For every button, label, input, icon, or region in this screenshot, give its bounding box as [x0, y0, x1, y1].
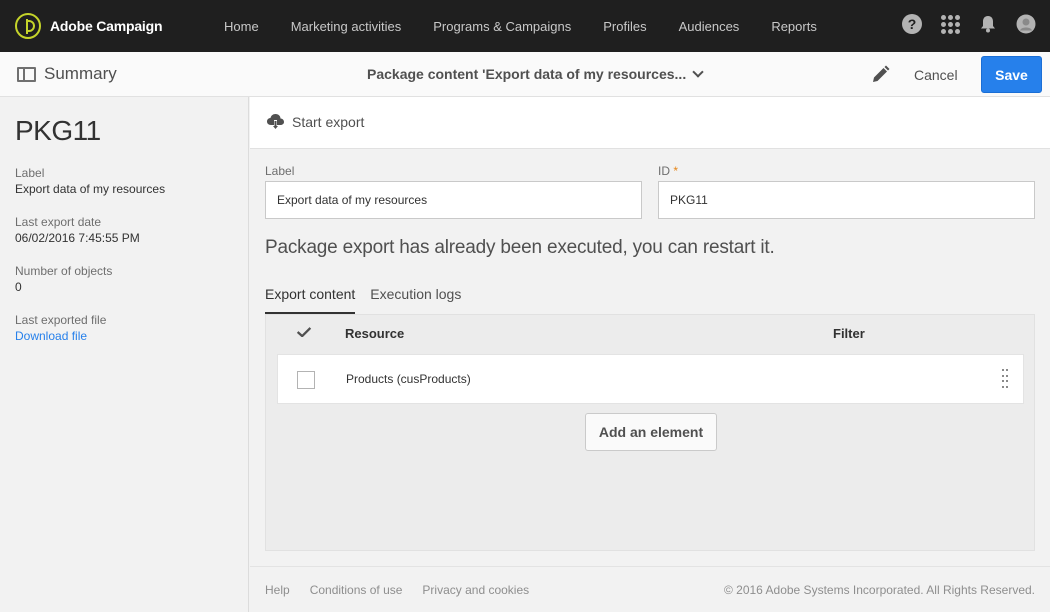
start-export-label: Start export — [292, 113, 365, 130]
save-button[interactable]: Save — [981, 56, 1042, 93]
breadcrumb[interactable]: Package content 'Export data of my resou… — [367, 65, 704, 82]
meta-objects: Number of objects 0 — [15, 264, 112, 294]
footer-link-privacy[interactable]: Privacy and cookies — [422, 583, 529, 597]
footer-links: Help Conditions of use Privacy and cooki… — [265, 583, 549, 597]
main-content: Start export Label ID * Package export h… — [250, 97, 1050, 565]
meta-objects-caption: Number of objects — [15, 264, 113, 278]
pencil-icon[interactable] — [869, 64, 891, 86]
footer-link-help[interactable]: Help — [265, 583, 290, 597]
meta-label-value: Export data of my resources — [15, 182, 166, 196]
app-name: Adobe Campaign — [50, 18, 163, 34]
table-header: Resource Filter — [266, 315, 1034, 353]
nav-item-audiences[interactable]: Audiences — [679, 19, 740, 34]
summary-label: Summary — [44, 64, 117, 83]
chevron-down-icon — [692, 65, 704, 78]
export-content-table: Resource Filter Products (cusProducts) A… — [265, 314, 1035, 551]
tab-export-content[interactable]: Export content — [265, 282, 356, 314]
tab-execution-logs[interactable]: Execution logs — [370, 282, 461, 314]
top-navigation-bar: Adobe Campaign Home Marketing activities… — [0, 0, 1050, 52]
label-field-caption: Label — [265, 164, 295, 178]
apps-grid-icon[interactable] — [940, 14, 960, 34]
sub-header: Summary Package content 'Export data of … — [0, 52, 1050, 97]
meta-label: Label Export data of my resources — [15, 166, 165, 196]
drag-handle-icon[interactable] — [1002, 369, 1008, 389]
row-checkbox[interactable] — [297, 371, 315, 389]
add-element-button[interactable]: Add an element — [585, 413, 717, 451]
start-export-button[interactable]: Start export — [266, 112, 364, 131]
meta-last-export: Last export date 06/02/2016 7:45:55 PM — [15, 215, 140, 245]
top-icons: ? — [884, 14, 1036, 34]
nav-item-home[interactable]: Home — [224, 19, 259, 34]
avatar[interactable] — [1016, 14, 1036, 34]
breadcrumb-title: Package content 'Export data of my resou… — [367, 66, 687, 82]
id-field: ID * — [658, 164, 1035, 219]
action-bar: Start export — [250, 97, 1050, 149]
cancel-button[interactable]: Cancel — [906, 64, 966, 86]
package-title: PKG11 — [15, 115, 101, 146]
download-file-link[interactable]: Download file — [15, 329, 106, 343]
meta-objects-value: 0 — [15, 280, 22, 294]
table-row[interactable]: Products (cusProducts) — [277, 354, 1024, 404]
meta-file: Last exported file Download file — [15, 313, 106, 343]
help-icon[interactable]: ? — [902, 14, 922, 34]
summary-panel: PKG11 Label Export data of my resources … — [0, 97, 249, 612]
nav-item-marketing-activities[interactable]: Marketing activities — [291, 19, 402, 34]
nav-item-programs-campaigns[interactable]: Programs & Campaigns — [433, 19, 571, 34]
nav-item-profiles[interactable]: Profiles — [603, 19, 646, 34]
export-notice: Package export has already been executed… — [265, 237, 775, 258]
id-field-caption: ID * — [658, 164, 1035, 180]
id-input[interactable] — [658, 181, 1035, 219]
nav-item-reports[interactable]: Reports — [771, 19, 817, 34]
meta-file-caption: Last exported file — [15, 313, 107, 327]
row-resource: Products (cusProducts) — [346, 372, 471, 386]
footer-link-conditions[interactable]: Conditions of use — [310, 583, 403, 597]
meta-last-export-value: 06/02/2016 7:45:55 PM — [15, 231, 140, 245]
bell-icon[interactable] — [978, 14, 998, 34]
id-caption-text: ID — [658, 164, 670, 178]
brand[interactable]: Adobe Campaign — [0, 13, 224, 39]
column-header-resource[interactable]: Resource — [345, 326, 404, 341]
required-mark: * — [673, 164, 679, 178]
summary-toggle[interactable]: Summary — [17, 64, 117, 84]
footer: Help Conditions of use Privacy and cooki… — [250, 566, 1050, 612]
copyright: © 2016 Adobe Systems Incorporated. All R… — [723, 583, 1035, 597]
label-input[interactable] — [265, 181, 642, 219]
meta-last-export-caption: Last export date — [15, 215, 102, 229]
adobe-campaign-logo-icon — [15, 13, 41, 39]
main-nav: Home Marketing activities Programs & Cam… — [224, 0, 849, 52]
cloud-download-icon — [267, 114, 284, 130]
column-header-filter[interactable]: Filter — [833, 326, 865, 341]
label-field: Label — [265, 164, 642, 219]
panel-icon — [17, 66, 36, 82]
meta-label-caption: Label — [15, 166, 45, 180]
checkmark-icon[interactable] — [296, 327, 312, 337]
tabs: Export content Execution logs — [265, 282, 476, 314]
